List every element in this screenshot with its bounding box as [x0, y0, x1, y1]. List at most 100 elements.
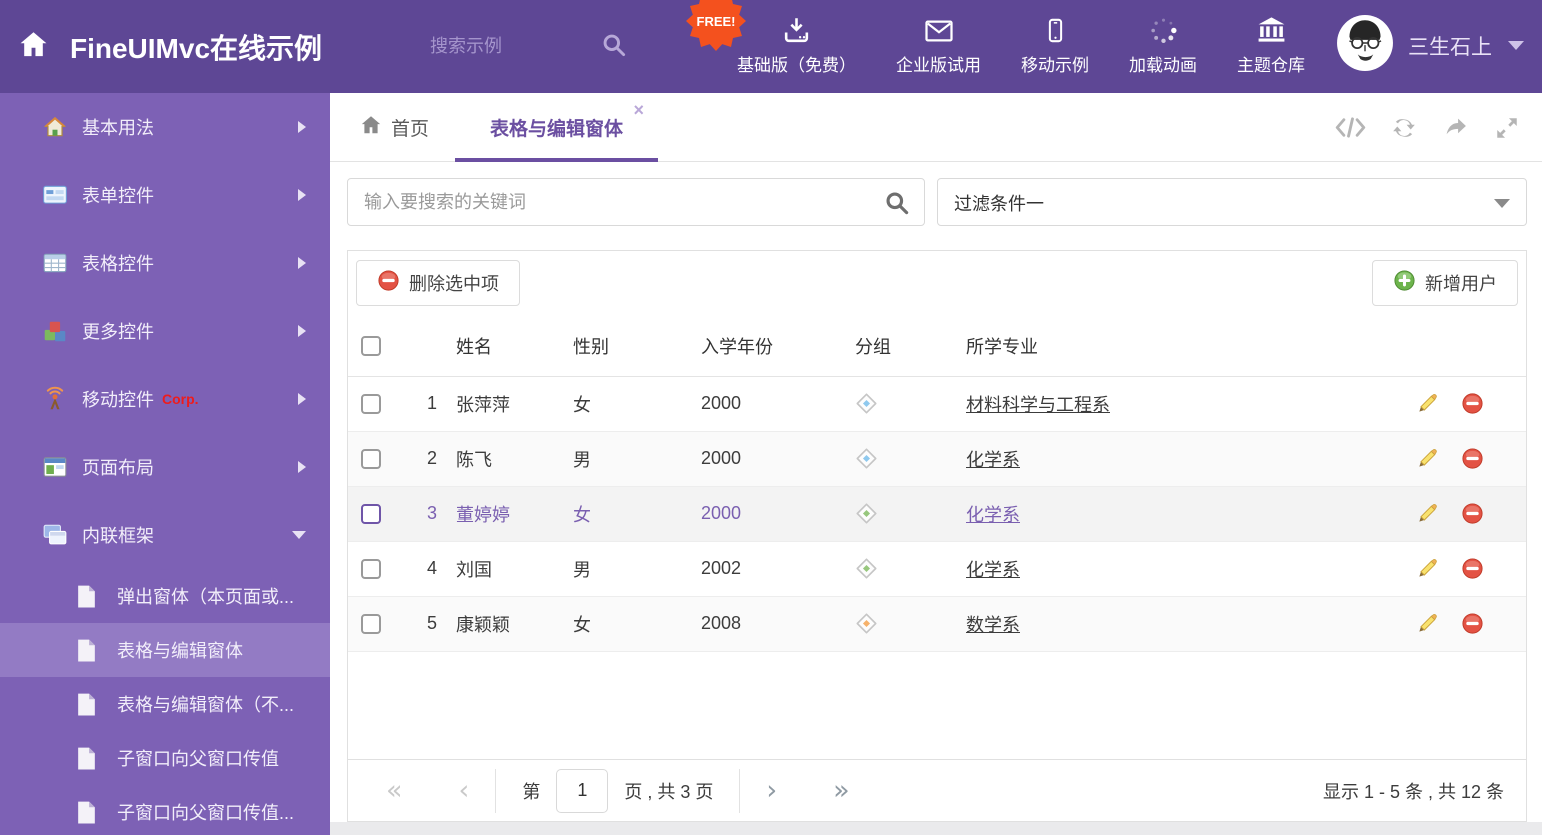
sidebar-item-label: 页面布局: [82, 458, 154, 478]
cell-name: 董婷婷: [456, 486, 573, 542]
page-number-input[interactable]: [556, 768, 609, 813]
tag-icon: [855, 557, 966, 580]
edit-pencil-icon[interactable]: [1416, 392, 1439, 415]
home-icon: [360, 114, 382, 142]
house-icon: [42, 114, 68, 140]
last-page-button[interactable]: »: [833, 777, 850, 804]
sidebar-item[interactable]: 表单控件: [0, 161, 330, 229]
delete-row-icon[interactable]: [1461, 447, 1484, 470]
major-link[interactable]: 数学系: [966, 615, 1020, 635]
header-nav-label: 企业版试用: [896, 56, 981, 75]
sidebar-subitem-label: 表格与编辑窗体: [117, 641, 243, 661]
prev-page-button[interactable]: ‹: [459, 777, 470, 804]
sidebar-item[interactable]: 页面布局: [0, 433, 330, 501]
search-icon[interactable]: [883, 189, 910, 221]
sidebar-item[interactable]: 内联框架: [0, 501, 330, 569]
header-nav-item[interactable]: 加载动画: [1129, 10, 1197, 76]
edit-pencil-icon[interactable]: [1416, 447, 1439, 470]
major-link[interactable]: 材料科学与工程系: [966, 395, 1110, 415]
cell-gender: 男: [573, 541, 701, 597]
major-link[interactable]: 化学系: [966, 450, 1020, 470]
source-code-icon[interactable]: [1335, 116, 1366, 139]
cell-year: 2008: [701, 596, 849, 652]
column-header-group: 分组: [849, 316, 966, 377]
bank-icon: [1256, 10, 1287, 46]
table-row[interactable]: 4 刘国男 2002 化学系: [348, 541, 1526, 597]
edit-pencil-icon[interactable]: [1416, 502, 1439, 525]
sidebar-item[interactable]: 基本用法: [0, 93, 330, 161]
chevron-down-icon: [1494, 199, 1510, 208]
sidebar-subitem[interactable]: 表格与编辑窗体: [0, 623, 330, 677]
sidebar-item-label: 表单控件: [82, 186, 154, 206]
delete-selected-button[interactable]: 删除选中项: [356, 260, 520, 306]
sidebar-item[interactable]: 更多控件: [0, 297, 330, 365]
column-header-major: 所学专业: [966, 316, 1366, 377]
row-checkbox[interactable]: [361, 559, 381, 580]
frames-icon: [42, 522, 68, 548]
chevron-right-icon: [298, 393, 306, 405]
delete-row-icon[interactable]: [1461, 502, 1484, 525]
chevron-right-icon: [298, 121, 306, 133]
add-user-button[interactable]: 新增用户: [1372, 260, 1518, 306]
layout-icon: [42, 454, 68, 480]
cell-name: 陈飞: [456, 431, 573, 487]
sidebar-item-label: 内联框架: [82, 526, 154, 546]
filter-dropdown[interactable]: 过滤条件一: [937, 178, 1527, 226]
select-all-checkbox[interactable]: [361, 336, 381, 357]
cell-name: 康颖颖: [456, 596, 573, 652]
header-nav: 基础版（免费） 企业版试用 移动示例 加载动画 主题仓库: [737, 10, 1305, 76]
sidebar-subitem[interactable]: 表格与编辑窗体（不...: [0, 677, 330, 731]
table-row[interactable]: 3 董婷婷女 2000 化学系: [348, 486, 1526, 542]
header-search-input[interactable]: [430, 30, 590, 62]
table-row[interactable]: 1 张萍萍女 2000 材料科学与工程系: [348, 376, 1526, 432]
home-icon[interactable]: [18, 29, 49, 60]
delete-row-icon[interactable]: [1461, 612, 1484, 635]
header-nav-item[interactable]: 移动示例: [1021, 10, 1089, 76]
refresh-icon[interactable]: [1390, 115, 1418, 141]
header-nav-label: 主题仓库: [1237, 56, 1305, 75]
table-row[interactable]: 2 陈飞男 2000 化学系: [348, 431, 1526, 487]
row-checkbox[interactable]: [361, 394, 381, 415]
edit-pencil-icon[interactable]: [1416, 557, 1439, 580]
chevron-right-icon: [298, 189, 306, 201]
chevron-right-icon: [298, 325, 306, 337]
header-nav-item[interactable]: 主题仓库: [1237, 10, 1305, 76]
file-icon: [73, 799, 99, 825]
edit-pencil-icon[interactable]: [1416, 612, 1439, 635]
file-icon: [73, 637, 99, 663]
row-checkbox[interactable]: [361, 504, 381, 525]
first-page-button[interactable]: «: [386, 777, 403, 804]
sidebar-item-label: 移动控件: [82, 390, 154, 410]
table-row[interactable]: 5 康颖颖女 2008 数学系: [348, 596, 1526, 652]
file-icon: [73, 583, 99, 609]
bottom-strip: [330, 822, 1542, 835]
search-icon[interactable]: [600, 31, 627, 63]
major-link[interactable]: 化学系: [966, 505, 1020, 525]
next-page-button[interactable]: ›: [766, 777, 777, 804]
table-header-row: 姓名 性别 入学年份 分组 所学专业: [348, 316, 1526, 377]
tab-active[interactable]: 表格与编辑窗体 ×: [455, 93, 658, 162]
header-nav-item[interactable]: 企业版试用: [896, 10, 981, 76]
sidebar-subitem[interactable]: 弹出窗体（本页面或...: [0, 569, 330, 623]
sidebar-item[interactable]: 移动控件 Corp.: [0, 365, 330, 433]
sidebar-subitem-label: 表格与编辑窗体（不...: [117, 695, 295, 715]
sidebar-subitem[interactable]: 子窗口向父窗口传值: [0, 731, 330, 785]
page-label-suffix: 页 , 共 3 页: [624, 781, 714, 802]
major-link[interactable]: 化学系: [966, 560, 1020, 580]
user-menu[interactable]: 三生石上: [1336, 14, 1524, 77]
sidebar-item[interactable]: 表格控件: [0, 229, 330, 297]
expand-icon[interactable]: [1494, 115, 1520, 141]
column-header-name: 姓名: [456, 316, 573, 377]
cell-year: 2002: [701, 541, 849, 597]
keyword-search-input[interactable]: [364, 179, 874, 225]
tab-home[interactable]: 首页: [360, 93, 429, 162]
redirect-icon[interactable]: [1442, 115, 1470, 140]
delete-row-icon[interactable]: [1461, 557, 1484, 580]
row-checkbox[interactable]: [361, 449, 381, 470]
delete-row-icon[interactable]: [1461, 392, 1484, 415]
close-icon[interactable]: ×: [633, 101, 644, 119]
cell-name: 张萍萍: [456, 376, 573, 432]
sidebar-subitem[interactable]: 子窗口向父窗口传值...: [0, 785, 330, 835]
row-checkbox[interactable]: [361, 614, 381, 635]
header-nav-item[interactable]: 基础版（免费）: [737, 10, 856, 76]
